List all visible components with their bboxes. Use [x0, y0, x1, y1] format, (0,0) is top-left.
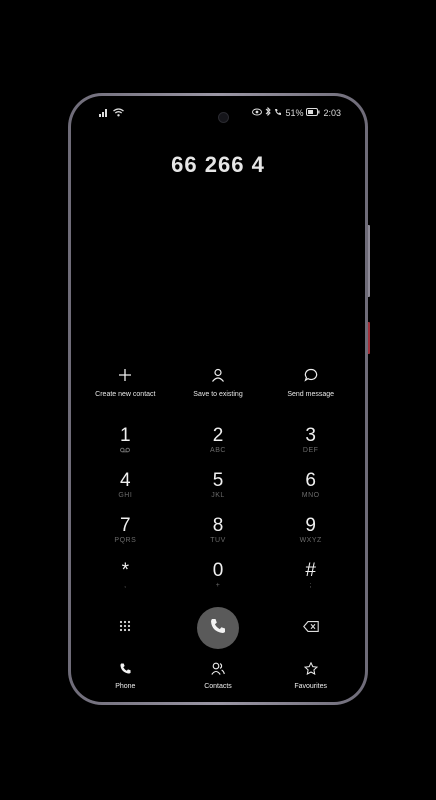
- chat-bubble-icon: [304, 368, 318, 387]
- save-to-existing-button[interactable]: Save to existing: [172, 368, 265, 408]
- key-9[interactable]: 9 WXYZ: [264, 516, 357, 561]
- keypad-toggle-icon[interactable]: [119, 619, 131, 637]
- key-4[interactable]: 4 GHI: [79, 471, 172, 516]
- eye-comfort-icon: [252, 108, 263, 118]
- tab-favourites[interactable]: Favourites: [264, 661, 357, 692]
- signal-icon: [99, 108, 109, 119]
- key-digit: 7: [120, 515, 131, 536]
- key-8[interactable]: 8 TUV: [172, 516, 265, 561]
- key-7[interactable]: 7 PQRS: [79, 516, 172, 561]
- key-letters: DEF: [302, 447, 319, 454]
- contacts-icon: [211, 662, 225, 680]
- phone-icon: [119, 662, 132, 680]
- phone-frame: 51% 2:03 66 266 4 Create new contact Sav…: [68, 93, 368, 705]
- call-controls: [79, 606, 357, 650]
- front-camera: [218, 112, 229, 123]
- bluetooth-icon: [265, 106, 272, 118]
- key-digit: 9: [305, 515, 316, 536]
- plus-icon: [118, 368, 132, 387]
- key-digit: *: [121, 560, 130, 581]
- phone-screen: 51% 2:03 66 266 4 Create new contact Sav…: [71, 96, 365, 702]
- key-letters: WXYZ: [299, 537, 322, 544]
- key-letters: GHI: [118, 492, 133, 499]
- create-new-contact-button[interactable]: Create new contact: [79, 368, 172, 408]
- key-star[interactable]: * ,: [79, 561, 172, 606]
- key-hash[interactable]: # ;: [264, 561, 357, 606]
- key-letters: ,: [124, 582, 127, 589]
- key-digit: 1: [120, 425, 131, 446]
- key-digit: 4: [120, 470, 131, 491]
- key-5[interactable]: 5 JKL: [172, 471, 265, 516]
- key-digit: 5: [212, 470, 224, 491]
- battery-percent: 51%: [285, 107, 304, 118]
- tab-phone[interactable]: Phone: [79, 662, 172, 692]
- key-digit: 0: [212, 560, 224, 581]
- status-bar: 51% 2:03: [79, 106, 357, 123]
- key-letters: TUV: [210, 537, 226, 544]
- key-letters: JKL: [211, 492, 225, 499]
- key-2[interactable]: 2 ABC: [172, 426, 265, 471]
- key-1[interactable]: 1: [79, 426, 172, 471]
- key-6[interactable]: 6 MNO: [264, 471, 357, 516]
- battery-icon: [306, 107, 320, 118]
- quick-actions: Create new contact Save to existing Send…: [79, 368, 357, 408]
- tab-label: Contacts: [204, 683, 232, 690]
- tab-label: Favourites: [294, 683, 328, 690]
- action-label: Save to existing: [193, 391, 243, 398]
- phone-handset-icon: [209, 617, 227, 640]
- key-letters: MNO: [301, 492, 320, 499]
- key-letters: +: [215, 582, 221, 589]
- tab-label: Phone: [115, 683, 136, 690]
- voicemail-icon: [120, 447, 131, 455]
- action-label: Create new contact: [95, 391, 156, 398]
- key-letters: PQRS: [114, 537, 137, 544]
- key-digit: 8: [212, 515, 224, 536]
- person-icon: [211, 368, 225, 387]
- key-digit: 3: [305, 425, 316, 446]
- send-message-button[interactable]: Send message: [264, 368, 357, 408]
- backspace-icon[interactable]: [302, 619, 319, 637]
- tab-contacts[interactable]: Contacts: [172, 662, 265, 692]
- dial-keypad: 1 2 ABC 3 DEF 4 GHI 5 JKL 6 MNO 7 PQRS 8…: [79, 426, 357, 606]
- key-letters: ABC: [210, 447, 226, 454]
- key-0[interactable]: 0 +: [172, 561, 265, 606]
- bottom-nav: Phone Contacts Favourites: [79, 661, 357, 692]
- phone-status-icon: [274, 108, 282, 118]
- clock: 2:03: [323, 107, 341, 118]
- star-icon: [303, 661, 318, 680]
- wifi-icon: [113, 108, 124, 119]
- key-letters: ;: [309, 582, 312, 589]
- key-digit: #: [305, 560, 316, 581]
- key-digit: 2: [212, 425, 224, 446]
- call-button[interactable]: [197, 607, 239, 649]
- key-3[interactable]: 3 DEF: [264, 426, 357, 471]
- action-label: Send message: [287, 391, 335, 398]
- dialed-number[interactable]: 66 266 4: [79, 152, 357, 178]
- key-digit: 6: [305, 470, 316, 491]
